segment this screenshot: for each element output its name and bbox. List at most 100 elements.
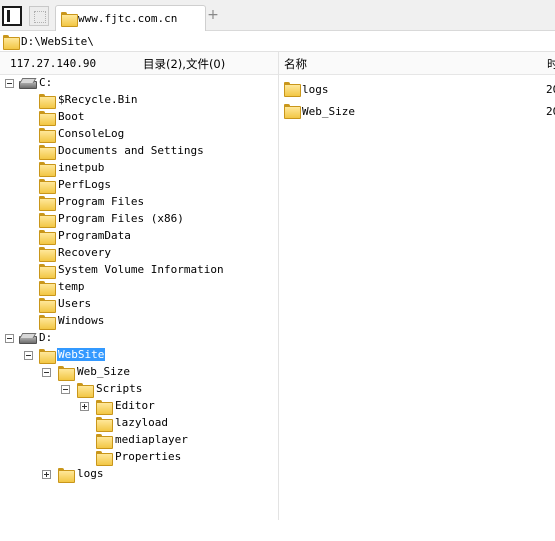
- tree-label: Editor: [115, 399, 155, 412]
- tree-label: ConsoleLog: [58, 127, 125, 140]
- tree-node-web-size[interactable]: Web_Size: [0, 364, 278, 381]
- tree-node-website[interactable]: WebSite: [0, 347, 278, 364]
- folder-icon: [39, 162, 56, 177]
- list-item[interactable]: logs 20: [279, 80, 555, 98]
- folder-icon: [39, 213, 56, 228]
- folder-icon: [39, 298, 56, 313]
- folder-icon: [284, 82, 301, 97]
- list-item-name: logs: [302, 83, 329, 96]
- tree-node-d-drive[interactable]: D:: [0, 330, 278, 347]
- tree-node-c-drive[interactable]: C:: [0, 75, 278, 92]
- tree-item[interactable]: mediaplayer: [0, 432, 278, 449]
- tab-title: www.fjtc.com.cn: [78, 12, 178, 25]
- folder-icon: [284, 104, 301, 119]
- tree-item[interactable]: ConsoleLog: [0, 126, 278, 143]
- tree-label: Properties: [115, 450, 182, 463]
- file-list: logs 20 Web_Size 20: [279, 75, 555, 541]
- tab-strip: www.fjtc.com.cn +: [0, 0, 555, 31]
- tree-node-editor[interactable]: Editor: [0, 398, 278, 415]
- column-header-name[interactable]: 名称: [284, 56, 307, 72]
- tree-label: Recovery: [58, 246, 111, 259]
- list-item-date: 20: [546, 105, 555, 118]
- view-mode-button[interactable]: [29, 6, 49, 26]
- folder-icon: [39, 94, 56, 109]
- expand-icon[interactable]: [42, 470, 51, 479]
- address-bar[interactable]: D:\WebSite\: [0, 31, 555, 52]
- folder-icon: [96, 434, 113, 449]
- tree-item[interactable]: Boot: [0, 109, 278, 126]
- folder-icon: [96, 417, 113, 432]
- folder-icon: [39, 145, 56, 160]
- toggle-panel-button[interactable]: [2, 6, 22, 26]
- tree-label: inetpub: [58, 161, 105, 174]
- folder-icon: [39, 179, 56, 194]
- tree-label: C:: [39, 76, 53, 89]
- folder-icon: [61, 12, 78, 27]
- tree-label: $Recycle.Bin: [58, 93, 138, 106]
- folder-icon: [39, 196, 56, 211]
- tree-label: temp: [58, 280, 85, 293]
- directory-summary: 目录(2),文件(0): [143, 57, 226, 71]
- collapse-icon[interactable]: [5, 79, 14, 88]
- tree-label: D:: [39, 331, 53, 344]
- tree-item[interactable]: Program Files: [0, 194, 278, 211]
- tree-label-selected: WebSite: [57, 348, 106, 361]
- tree-item[interactable]: lazyload: [0, 415, 278, 432]
- drive-icon: [19, 333, 37, 344]
- tree-label: System Volume Information: [58, 263, 224, 276]
- folder-icon: [3, 35, 20, 50]
- tree-item[interactable]: Windows: [0, 313, 278, 330]
- folder-icon: [58, 468, 75, 483]
- tree-node-logs[interactable]: logs: [0, 466, 278, 483]
- list-item[interactable]: Web_Size 20: [279, 102, 555, 120]
- tree-node-scripts[interactable]: Scripts: [0, 381, 278, 398]
- tree-label: logs: [77, 467, 104, 480]
- add-tab-button[interactable]: +: [206, 6, 220, 24]
- tree-label: Scripts: [96, 382, 143, 395]
- tree-label: Documents and Settings: [58, 144, 204, 157]
- drive-icon: [19, 78, 37, 89]
- folder-open-icon: [58, 366, 75, 381]
- folder-icon: [39, 247, 56, 262]
- folder-open-icon: [77, 383, 94, 398]
- folder-icon: [39, 281, 56, 296]
- tree-item[interactable]: Program Files (x86): [0, 211, 278, 228]
- folder-icon: [39, 264, 56, 279]
- server-ip: 117.27.140.90: [10, 57, 97, 70]
- collapse-icon[interactable]: [61, 385, 70, 394]
- folder-icon: [96, 451, 113, 466]
- tree-item[interactable]: Users: [0, 296, 278, 313]
- tree-item[interactable]: inetpub: [0, 160, 278, 177]
- folder-icon: [39, 111, 56, 126]
- tree-item[interactable]: Documents and Settings: [0, 143, 278, 160]
- tree-label: Program Files (x86): [58, 212, 184, 225]
- tree-label: lazyload: [115, 416, 168, 429]
- tree-label: PerfLogs: [58, 178, 111, 191]
- expand-icon[interactable]: [80, 402, 89, 411]
- tree-item[interactable]: PerfLogs: [0, 177, 278, 194]
- tree-item[interactable]: ProgramData: [0, 228, 278, 245]
- tree-item[interactable]: Recovery: [0, 245, 278, 262]
- tree-item[interactable]: Properties: [0, 449, 278, 466]
- folder-icon: [39, 128, 56, 143]
- tree-label: Program Files: [58, 195, 145, 208]
- folder-icon: [39, 230, 56, 245]
- collapse-icon[interactable]: [5, 334, 14, 343]
- tree-label: Users: [58, 297, 92, 310]
- collapse-icon[interactable]: [24, 351, 33, 360]
- folder-icon: [39, 315, 56, 330]
- tree-label: Boot: [58, 110, 85, 123]
- tree-label: Windows: [58, 314, 105, 327]
- tree-item[interactable]: System Volume Information: [0, 262, 278, 279]
- tree-item[interactable]: temp: [0, 279, 278, 296]
- column-header-time[interactable]: 时: [547, 56, 555, 72]
- tab-site[interactable]: www.fjtc.com.cn: [55, 5, 206, 31]
- tree-label: ProgramData: [58, 229, 131, 242]
- list-item-name: Web_Size: [302, 105, 355, 118]
- folder-tree: C: $Recycle.Bin Boot ConsoleLog Document…: [0, 75, 278, 541]
- collapse-icon[interactable]: [42, 368, 51, 377]
- address-path: D:\WebSite\: [21, 35, 94, 48]
- tree-item[interactable]: $Recycle.Bin: [0, 92, 278, 109]
- tree-label: Web_Size: [77, 365, 130, 378]
- folder-open-icon: [39, 349, 56, 364]
